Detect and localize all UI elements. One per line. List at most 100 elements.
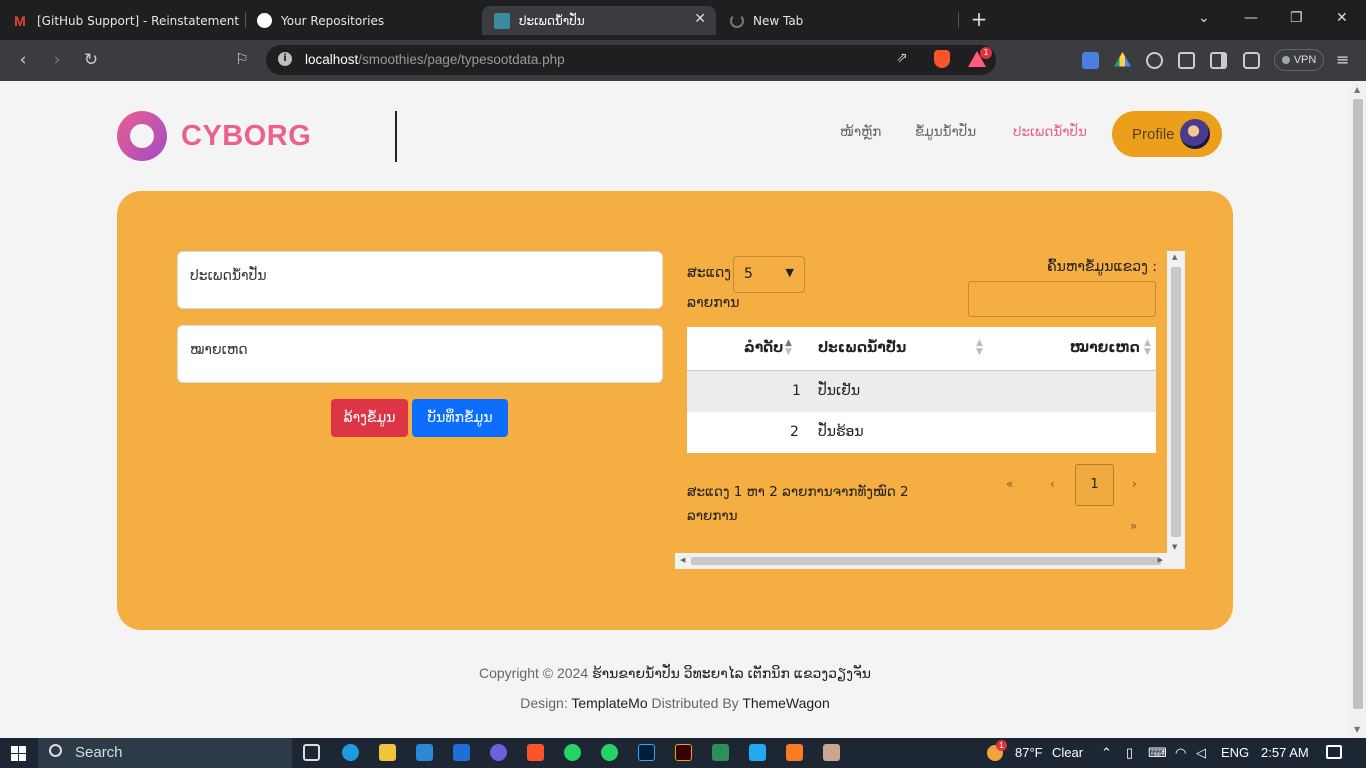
whatsapp-icon[interactable] xyxy=(564,744,581,761)
app-icon[interactable] xyxy=(712,744,729,761)
vscode-icon[interactable] xyxy=(749,744,766,761)
smoothie-type-input[interactable]: ປະເພດນ້ຳປັ່ນ xyxy=(177,251,663,309)
clock[interactable]: 2:57 AM xyxy=(1261,745,1309,760)
next-page-button[interactable]: › xyxy=(1132,477,1137,491)
table-search-input[interactable] xyxy=(968,281,1156,317)
brave-taskbar-icon[interactable] xyxy=(527,744,544,761)
show-label: ສະແດງ xyxy=(687,265,732,281)
windows-start-icon[interactable] xyxy=(11,746,26,761)
wifi-icon[interactable]: ◠ xyxy=(1175,745,1186,761)
notifications-icon[interactable] xyxy=(1326,745,1342,759)
notification-badge: 1 xyxy=(980,47,992,59)
table-info: ສະແດງ 1 ຫາ 2 ລາຍການຈາກທັງໝົດ 2 xyxy=(687,484,909,500)
wallet-icon[interactable] xyxy=(1243,52,1260,69)
taskbar-search[interactable]: Search xyxy=(38,738,292,768)
table-row[interactable]: 1 ປັ່ນເຢັນ xyxy=(687,371,1156,412)
datatable-wrapper: ສະແດງ 5 ▼ ລາຍການ ຄົ້ນຫາຂໍ້ມູນແຂວງ : ລຳດັ… xyxy=(675,251,1185,569)
last-page-button[interactable]: » xyxy=(1130,519,1137,533)
tab-github-support[interactable]: M [GitHub Support] - Reinstatement Re xyxy=(0,6,245,35)
reload-icon[interactable]: ↻ xyxy=(81,50,101,70)
illustrator-icon[interactable] xyxy=(675,744,692,761)
language-indicator[interactable]: ENG xyxy=(1221,745,1249,760)
loading-icon xyxy=(730,13,744,28)
tab-new-tab[interactable]: New Tab xyxy=(718,6,958,35)
close-window-icon[interactable]: ✕ xyxy=(1336,10,1348,26)
edge-icon[interactable] xyxy=(342,744,359,761)
file-explorer-icon[interactable] xyxy=(379,744,396,761)
chevron-down-icon: ▼ xyxy=(785,266,794,279)
table-vertical-scrollbar[interactable]: ▲ ▼ xyxy=(1167,251,1185,553)
weather-status[interactable]: Clear xyxy=(1052,745,1083,760)
xampp-icon[interactable] xyxy=(786,744,803,761)
tab-title: ປະເພດນ້ຳປັ່ນ xyxy=(519,13,585,28)
weather-badge: 1 xyxy=(996,740,1007,751)
themewagon-link[interactable]: ThemeWagon xyxy=(742,695,829,711)
tab-current-page[interactable]: ປະເພດນ້ຳປັ່ນ ✕ xyxy=(482,6,716,35)
table-row[interactable]: 2 ປັ່ນຮ້ອນ xyxy=(687,412,1156,453)
mail-icon[interactable] xyxy=(453,744,470,761)
cyborg-logo[interactable]: CYBORG xyxy=(117,111,311,161)
photoshop-icon[interactable] xyxy=(638,744,655,761)
site-info-icon[interactable]: i xyxy=(278,52,292,66)
profile-button[interactable]: Profile xyxy=(1112,111,1222,157)
close-tab-icon[interactable]: ✕ xyxy=(694,11,706,27)
address-bar[interactable]: i localhost/smoothies/page/typesootdata.… xyxy=(266,45,996,75)
sidebar-icon[interactable] xyxy=(1210,52,1227,69)
task-view-icon[interactable] xyxy=(303,744,320,761)
cell-no: 2 xyxy=(790,424,799,440)
tab-search-chevron-icon[interactable]: ⌄ xyxy=(1198,10,1210,26)
templatemo-link[interactable]: TemplateMo xyxy=(571,695,647,711)
save-button[interactable]: ບັນທຶກຂໍ້ມູນ xyxy=(412,399,508,437)
scroll-down-icon[interactable]: ▼ xyxy=(1354,725,1360,734)
temperature[interactable]: 87°F xyxy=(1015,745,1043,760)
vpn-button[interactable]: VPN xyxy=(1274,49,1324,71)
share-icon[interactable]: ⇗ xyxy=(896,50,908,66)
vpn-status-icon xyxy=(1281,56,1290,64)
new-tab-icon[interactable]: + xyxy=(968,8,990,30)
profile-label: Profile xyxy=(1132,125,1175,143)
scroll-thumb[interactable] xyxy=(1171,267,1181,537)
nav-smoothie-data[interactable]: ຂໍ້ມູນນ້ຳປັ່ນ xyxy=(915,124,976,140)
nav-home[interactable]: ໜ້າຫຼັກ xyxy=(840,124,881,140)
scroll-thumb[interactable] xyxy=(691,557,1161,565)
scroll-left-icon[interactable]: ◀ xyxy=(680,556,685,564)
drive-icon[interactable] xyxy=(1114,52,1131,67)
prev-page-button[interactable]: ‹ xyxy=(1050,477,1055,491)
cell-no: 1 xyxy=(792,383,801,399)
scroll-down-icon[interactable]: ▼ xyxy=(1172,543,1177,551)
bookmark-icon[interactable]: ⚐ xyxy=(232,50,252,68)
table-horizontal-scrollbar[interactable]: ◀ ▶ xyxy=(675,553,1185,569)
whatsapp-web-icon[interactable] xyxy=(601,744,618,761)
clear-button[interactable]: ລ້າງຂໍ້ມູນ xyxy=(331,399,408,437)
restore-icon[interactable]: ❐ xyxy=(1290,10,1303,26)
column-header-no[interactable]: ລຳດັບ xyxy=(744,340,783,356)
scroll-up-icon[interactable]: ▲ xyxy=(1354,85,1360,94)
scroll-right-icon[interactable]: ▶ xyxy=(1158,556,1163,564)
scroll-up-icon[interactable]: ▲ xyxy=(1172,253,1177,261)
menu-icon[interactable]: ≡ xyxy=(1336,50,1349,69)
extensions-icon[interactable] xyxy=(1178,52,1195,69)
column-header-note[interactable]: ໝາຍເຫດ xyxy=(1070,340,1140,356)
store-icon[interactable] xyxy=(416,744,433,761)
translate-icon[interactable] xyxy=(1082,52,1099,69)
forward-icon[interactable]: › xyxy=(47,50,67,70)
app-icon[interactable] xyxy=(823,744,840,761)
first-page-button[interactable]: « xyxy=(1006,477,1013,491)
device-icon[interactable]: ▯ xyxy=(1126,745,1133,761)
volume-icon[interactable]: ◁ xyxy=(1196,745,1206,761)
chevron-up-icon[interactable]: ⌃ xyxy=(1101,745,1112,761)
tab-your-repositories[interactable]: Your Repositories xyxy=(245,6,480,35)
nav-smoothie-types[interactable]: ປະເພດນ້ຳປັ່ນ xyxy=(1013,124,1087,140)
app-icon[interactable] xyxy=(490,744,507,761)
column-header-type[interactable]: ປະເພດນ້ຳປັ່ນ xyxy=(818,340,906,356)
back-icon[interactable]: ‹ xyxy=(13,50,33,70)
note-input[interactable]: ໝາຍເຫດ xyxy=(177,325,663,383)
page-size-select[interactable]: 5 ▼ xyxy=(733,256,805,293)
minimize-icon[interactable]: — xyxy=(1244,10,1258,26)
brave-shields-icon[interactable] xyxy=(934,50,950,68)
react-devtools-icon[interactable] xyxy=(1146,52,1163,69)
page-scrollbar[interactable]: ▲ ▼ xyxy=(1350,81,1366,738)
scroll-thumb[interactable] xyxy=(1353,99,1363,709)
page-1-button[interactable]: 1 xyxy=(1075,464,1114,506)
input-method-icon[interactable]: ⌨ xyxy=(1148,745,1167,761)
